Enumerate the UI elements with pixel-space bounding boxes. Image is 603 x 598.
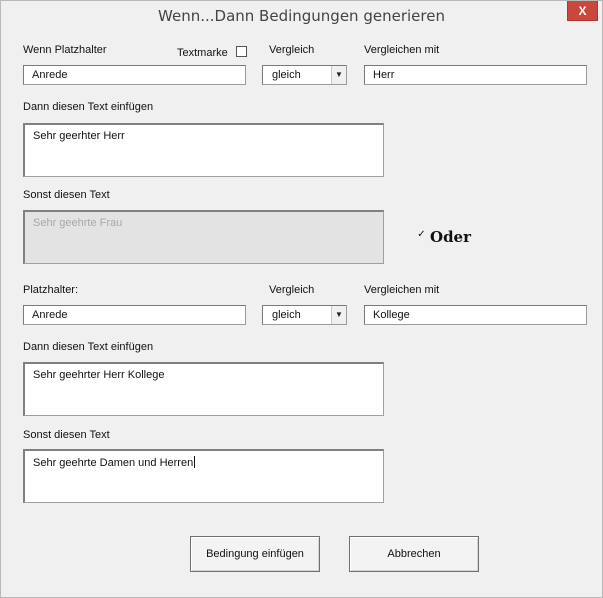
chevron-down-icon[interactable]: ▼ <box>331 306 346 324</box>
placeholder-input-2[interactable]: Anrede <box>23 305 246 325</box>
title-bar[interactable]: Wenn...Dann Bedingungen generieren X <box>1 1 602 31</box>
bookmark-label: Textmarke <box>177 47 228 59</box>
close-icon: X <box>578 4 587 18</box>
then-textarea-2[interactable]: Sehr geehrter Herr Kollege <box>23 362 384 416</box>
placeholder-input-1[interactable]: Anrede <box>23 65 246 85</box>
text-caret <box>194 456 196 468</box>
bookmark-checkbox[interactable] <box>236 46 247 57</box>
compare-label-2: Vergleich <box>269 284 315 296</box>
else-textarea-2-text: Sehr geehrte Damen und Herren <box>33 457 194 469</box>
dialog-window: Wenn...Dann Bedingungen generieren X Wen… <box>0 0 603 598</box>
then-label-1: Dann diesen Text einfügen <box>23 101 154 113</box>
compare-with-input-2[interactable]: Kollege <box>364 305 587 325</box>
cancel-button[interactable]: Abbrechen <box>349 536 479 572</box>
compare-label-1: Vergleich <box>269 44 315 56</box>
insert-condition-button[interactable]: Bedingung einfügen <box>190 536 320 572</box>
else-label-1: Sonst diesen Text <box>23 189 110 201</box>
compare-with-label-1: Vergleichen mit <box>364 44 440 56</box>
compare-select-1-value: gleich <box>272 69 301 81</box>
compare-with-label-2: Vergleichen mit <box>364 284 440 296</box>
then-label-2: Dann diesen Text einfügen <box>23 341 154 353</box>
compare-select-1[interactable]: gleich ▼ <box>262 65 347 85</box>
placeholder-label-2: Platzhalter: <box>23 284 79 296</box>
compare-select-2-value: gleich <box>272 309 301 321</box>
oder-checkbox[interactable]: ✓ <box>416 230 427 241</box>
compare-with-input-1[interactable]: Herr <box>364 65 587 85</box>
compare-select-2[interactable]: gleich ▼ <box>262 305 347 325</box>
close-button[interactable]: X <box>567 1 598 21</box>
chevron-down-icon[interactable]: ▼ <box>331 66 346 84</box>
placeholder-label-1: Wenn Platzhalter <box>23 44 107 56</box>
else-label-2: Sonst diesen Text <box>23 429 110 441</box>
else-textarea-1[interactable]: Sehr geehrte Frau <box>23 210 384 264</box>
check-icon: ✓ <box>417 229 426 240</box>
window-title: Wenn...Dann Bedingungen generieren <box>158 7 445 25</box>
else-textarea-2[interactable]: Sehr geehrte Damen und Herren <box>23 449 384 503</box>
oder-label: Oder <box>430 228 472 246</box>
then-textarea-1[interactable]: Sehr geerhter Herr <box>23 123 384 177</box>
